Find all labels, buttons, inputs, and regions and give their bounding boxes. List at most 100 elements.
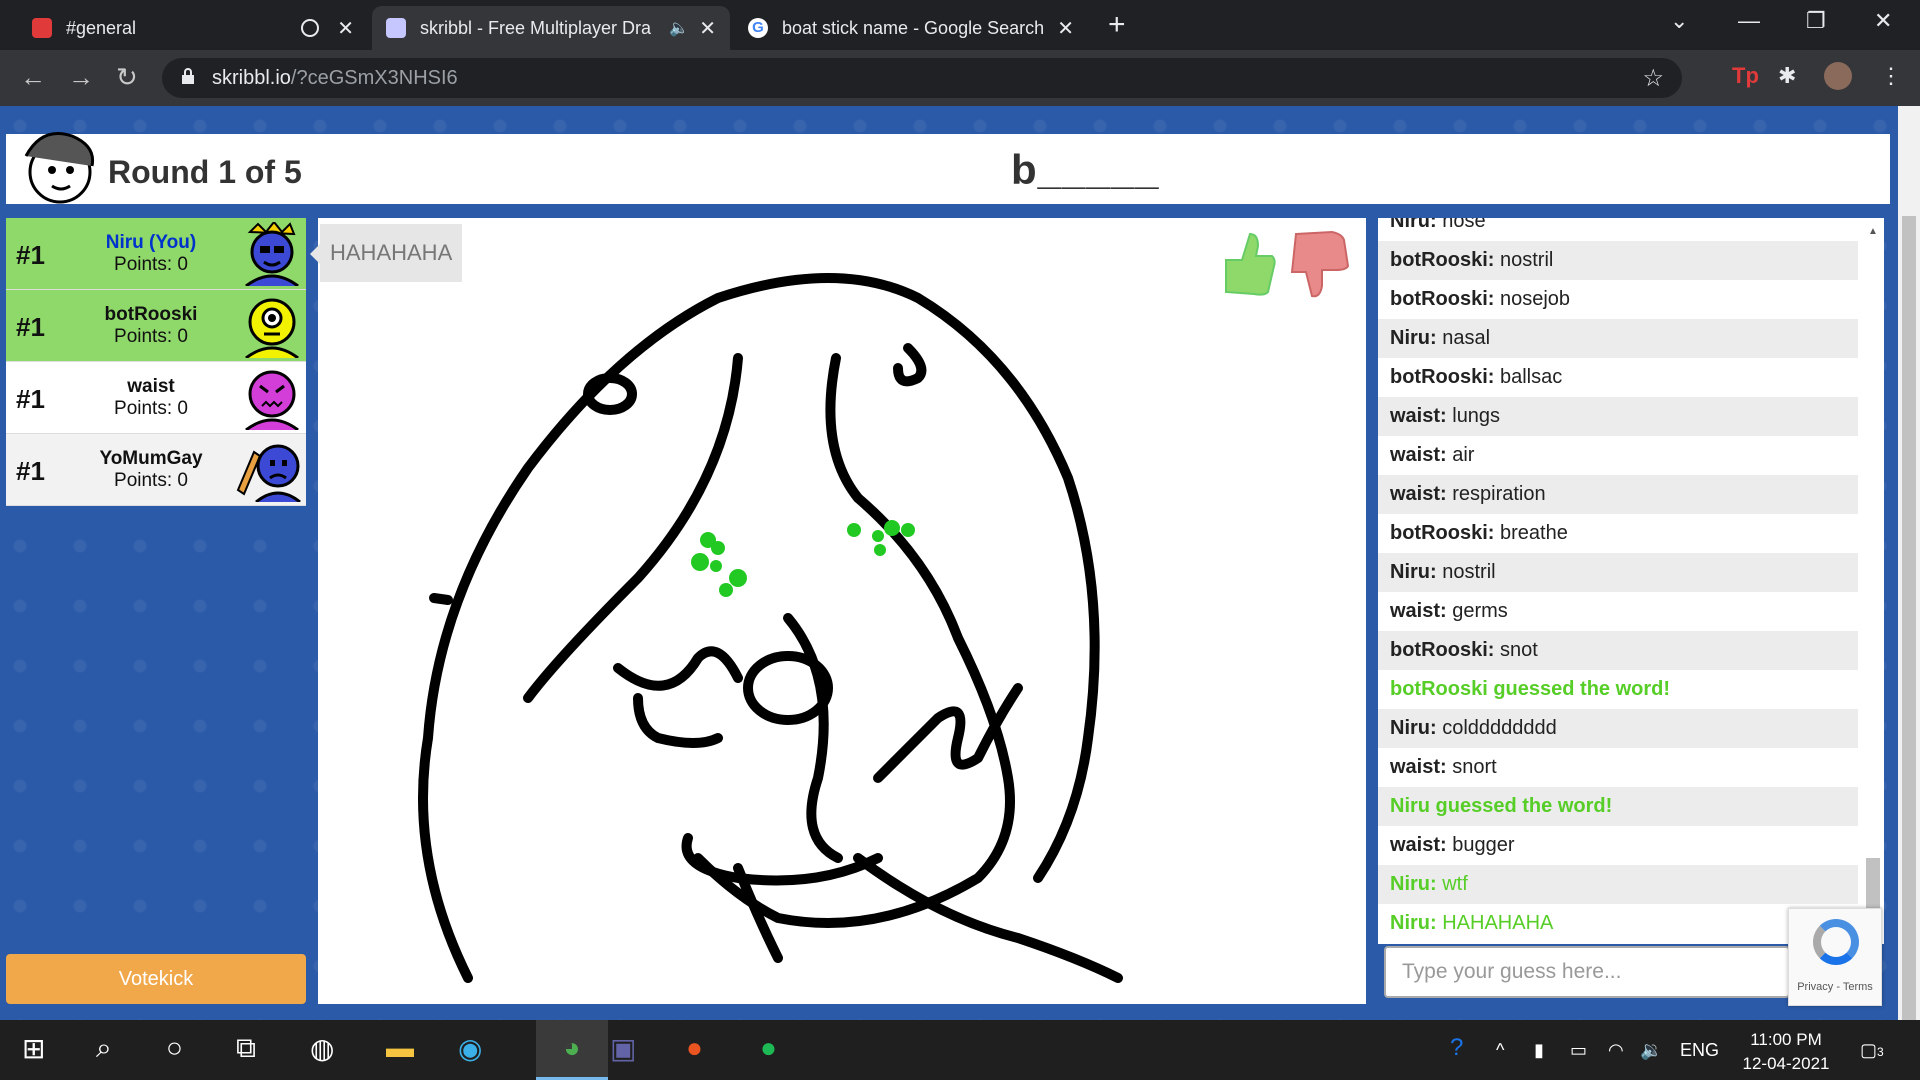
chat-message: botRooski: snot [1378, 631, 1858, 670]
clock[interactable]: 11:00 PM 12-04-2021 [1734, 1028, 1838, 1076]
minimize-button[interactable]: — [1738, 8, 1760, 34]
chat-author: botRooski: [1390, 639, 1495, 661]
recording-icon [301, 19, 320, 37]
thumbs-down-icon[interactable] [1290, 230, 1350, 298]
tray-chevron-icon[interactable]: ^ [1496, 1040, 1504, 1061]
thumbs-up-icon[interactable] [1225, 232, 1276, 296]
chat-text: respiration [1446, 483, 1546, 505]
search-icon[interactable]: ⌕ [96, 1032, 112, 1065]
chat-message: waist: snort [1378, 748, 1858, 787]
close-tab-icon[interactable]: ✕ [337, 16, 354, 41]
teams-icon[interactable]: ▣ [610, 1032, 636, 1065]
tab-skribbl[interactable]: skribbl - Free Multiplayer Dra 🔈 ✕ [372, 6, 730, 50]
back-icon[interactable]: ← [20, 62, 46, 93]
drawing-canvas[interactable] [318, 218, 1366, 1004]
ubuntu-icon[interactable]: ● [686, 1032, 703, 1064]
cortana-icon[interactable]: ○ [166, 1032, 183, 1064]
chat-message: botRooski guessed the word! [1378, 670, 1858, 709]
chat-message: waist: air [1378, 436, 1858, 475]
address-bar[interactable]: skribbl.io/?ceGSmX3NHSI6 ☆ [162, 58, 1682, 98]
player-row[interactable]: #1 botRooski Points: 0 [6, 290, 306, 362]
language-indicator[interactable]: ENG [1680, 1040, 1719, 1061]
chat-author: Niru: [1390, 327, 1437, 349]
task-view-icon[interactable]: ⧉ [236, 1032, 256, 1065]
chat-text: ballsac [1494, 366, 1563, 388]
microphone-icon[interactable]: ▮ [1534, 1040, 1544, 1061]
chat-message: Niru: wtf [1378, 865, 1858, 904]
close-tab-icon[interactable]: ✕ [1057, 16, 1074, 41]
chat-text: nosejob [1494, 288, 1571, 310]
chat-text: breathe [1494, 522, 1568, 544]
player-points: Points: 0 [114, 470, 188, 491]
browser-toolbar: ← → ↻ skribbl.io/?ceGSmX3NHSI6 ☆ Tp ✱ ⋮ [0, 50, 1920, 106]
chat-text: nasal [1436, 327, 1491, 349]
speech-bubble: HAHAHAHA [309, 224, 463, 282]
reload-icon[interactable]: ↻ [116, 62, 138, 93]
recaptcha-icon [1813, 919, 1859, 965]
player-row[interactable]: #1 YoMumGay Points: 0 [6, 434, 306, 506]
spotify-icon[interactable]: ● [760, 1032, 777, 1064]
forward-icon[interactable]: → [68, 62, 94, 93]
recaptcha-badge[interactable]: Privacy - Terms [1788, 908, 1882, 1006]
volume-icon[interactable]: 🔉 [1640, 1040, 1662, 1061]
rate-drawing [1225, 230, 1350, 298]
chat-text: bugger [1446, 834, 1515, 856]
chat-author: waist: [1390, 600, 1447, 622]
player-name: Niru (You) [105, 232, 197, 253]
puzzle-extensions-icon[interactable]: ✱ [1778, 63, 1796, 89]
chat-message: Niru: nostril [1378, 553, 1858, 592]
page-scrollbar[interactable] [1898, 106, 1920, 1036]
chat-author: waist: [1390, 444, 1447, 466]
lock-icon [182, 68, 194, 84]
profile-avatar[interactable] [1824, 62, 1852, 90]
chat-text: snot [1494, 639, 1538, 661]
tab-google[interactable]: G boat stick name - Google Search ✕ [734, 6, 1088, 50]
chat-text: Niru guessed the word! [1390, 795, 1613, 817]
chat-message: waist: lungs [1378, 397, 1858, 436]
snot-dots [691, 520, 915, 597]
chat-author: Niru: [1390, 912, 1437, 934]
player-list: #1 Niru (You) Points: 0 #1 botRooski Poi… [6, 218, 306, 506]
chrome-icon[interactable]: ◕ [536, 1032, 608, 1064]
chat-message: waist: germs [1378, 592, 1858, 631]
player-points: Points: 0 [114, 326, 188, 347]
chat-scrollbar[interactable]: ▲ [1862, 218, 1884, 944]
close-window-button[interactable]: ✕ [1874, 8, 1892, 34]
steam-icon[interactable]: ◍ [310, 1032, 334, 1065]
votekick-button[interactable]: Votekick [6, 954, 306, 1004]
chat-message: botRooski: nosejob [1378, 280, 1858, 319]
bookmark-star-icon[interactable]: ☆ [1642, 64, 1664, 93]
player-avatar [236, 444, 301, 502]
player-row[interactable]: #1 waist Points: 0 [6, 362, 306, 434]
game-header: Round 1 of 5 b_____ [6, 132, 1890, 204]
extension-tp-icon[interactable]: Tp [1732, 63, 1759, 89]
tab-discord[interactable]: #general ✕ [18, 6, 368, 50]
player-points: Points: 0 [114, 254, 188, 275]
chat-text: germs [1446, 600, 1508, 622]
scroll-up-icon[interactable]: ▲ [1868, 226, 1878, 237]
word-hint: b_____ [1011, 146, 1160, 193]
speaker-icon[interactable]: 🔈 [669, 18, 689, 38]
player-name: botRooski [104, 304, 198, 325]
help-icon[interactable]: ? [1450, 1034, 1463, 1062]
new-tab-button[interactable]: + [1108, 10, 1126, 40]
close-tab-icon[interactable]: ✕ [699, 16, 716, 41]
notification-icon[interactable]: ▢3 [1860, 1040, 1884, 1061]
chat-panel: Niru: nose botRooski: nostril botRooski: n… [1378, 218, 1884, 944]
restore-button[interactable]: ❐ [1806, 8, 1826, 34]
chat-author: Niru: [1390, 717, 1437, 739]
tab-search-icon[interactable]: ⌄ [1670, 8, 1688, 34]
chat-message: Niru: nasal [1378, 319, 1858, 358]
discord-icon [32, 18, 52, 38]
chat-author: Niru: [1390, 873, 1437, 895]
chat-message: waist: bugger [1378, 826, 1858, 865]
edge-icon[interactable]: ◉ [458, 1032, 482, 1065]
battery-icon[interactable]: ▭ [1570, 1040, 1587, 1061]
menu-kebab-icon[interactable]: ⋮ [1880, 63, 1902, 89]
windows-start-icon[interactable]: ⊞ [22, 1032, 45, 1065]
file-explorer-icon[interactable]: ▬ [386, 1032, 414, 1064]
guess-input[interactable]: Type your guess here... [1384, 946, 1790, 998]
wifi-icon[interactable]: ◠ [1608, 1040, 1624, 1061]
chat-author: waist: [1390, 756, 1447, 778]
player-row[interactable]: #1 Niru (You) Points: 0 [6, 218, 306, 290]
